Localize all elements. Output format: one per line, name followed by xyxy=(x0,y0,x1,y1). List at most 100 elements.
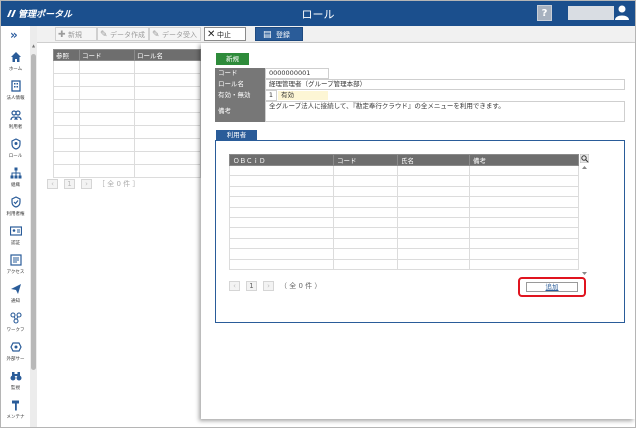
sidebar-item-role[interactable]: ロール xyxy=(1,138,30,168)
table-row[interactable] xyxy=(53,73,201,87)
page-number[interactable]: 1 xyxy=(64,179,75,189)
scroll-up-arrow-icon[interactable]: ▲ xyxy=(30,43,37,48)
sidebar-item-home[interactable]: ホーム xyxy=(1,51,30,81)
active-code-field[interactable]: 1 xyxy=(265,90,277,101)
sidebar-item-company[interactable]: 法人情報 xyxy=(1,80,30,110)
table-row[interactable] xyxy=(53,99,201,113)
page-number[interactable]: 1 xyxy=(246,281,257,291)
sidebar-scrollbar-thumb[interactable] xyxy=(31,54,36,370)
sidebar-item-label: アクセス xyxy=(6,270,25,275)
sidebar-item-access[interactable]: アクセス xyxy=(1,254,30,284)
new-button[interactable]: ✚ 新規 xyxy=(55,27,97,41)
users-table-scrollbar[interactable] xyxy=(580,164,589,277)
sidebar-item-organization[interactable]: 組織 xyxy=(1,167,30,197)
remarks-label: 備考 xyxy=(215,101,265,122)
table-row[interactable] xyxy=(53,86,201,100)
table-row[interactable] xyxy=(229,196,579,208)
column-header-code[interactable]: コード xyxy=(79,49,135,61)
table-row[interactable] xyxy=(53,125,201,139)
column-header-obcid[interactable]: ＯＢＣｉＤ xyxy=(229,154,334,166)
data-import-label: データ受入 xyxy=(162,31,197,39)
code-label: コード xyxy=(215,68,265,79)
role-list-table: 参照 コード ロール名 xyxy=(53,49,201,178)
sidebar-item-monitoring[interactable]: 監視 xyxy=(1,370,30,400)
active-label: 有効・無効 xyxy=(215,90,265,101)
remarks-field[interactable]: 全グループ法人に接続して、『勘定奉行クラウド』の全メニューを利用できます。 xyxy=(265,101,625,122)
hammer-icon xyxy=(11,400,19,411)
add-user-button[interactable]: 追加 xyxy=(526,282,578,292)
table-row[interactable] xyxy=(229,206,579,218)
sidebar-item-notifications[interactable]: 通知 xyxy=(1,283,30,313)
role-detail-panel: 新規 コード 0000000001 ロール名 経理管理者（グループ管理本部） 有… xyxy=(201,43,635,419)
user-avatar-icon[interactable] xyxy=(615,4,629,21)
users-total-count: （ 全 0 件 ） xyxy=(280,282,322,290)
table-row[interactable] xyxy=(229,185,579,198)
sidebar-item-user-permissions[interactable]: 利用者権 xyxy=(1,196,30,226)
table-row[interactable] xyxy=(229,164,579,177)
table-row[interactable] xyxy=(53,151,201,165)
table-row[interactable] xyxy=(53,60,201,74)
data-create-button[interactable]: ✎ データ作成 xyxy=(97,27,149,41)
column-header-remarks[interactable]: 備考 xyxy=(469,154,579,166)
users-panel: ＯＢＣｉＤ コード 氏名 備考 ‹ 1 › （ 全 0 件 ） 追加 xyxy=(215,140,625,323)
shield-check-icon xyxy=(10,196,21,208)
prev-page-icon[interactable]: ‹ xyxy=(47,179,58,189)
role-name-field[interactable]: 経理管理者（グループ管理本部） xyxy=(265,79,625,90)
plus-icon: ✚ xyxy=(58,30,66,40)
sidebar-item-workflow[interactable]: ワークフ xyxy=(1,312,30,342)
register-button[interactable]: ▤ 登録 xyxy=(255,27,303,41)
table-row[interactable] xyxy=(229,258,579,270)
external-service-icon xyxy=(9,342,22,352)
sidebar-item-users[interactable]: 利用者 xyxy=(1,109,30,139)
sidebar-item-maintenance[interactable]: メンテナ xyxy=(1,399,30,427)
table-row[interactable] xyxy=(229,227,579,239)
column-header-code[interactable]: コード xyxy=(333,154,398,166)
paper-plane-icon xyxy=(10,284,21,294)
column-header-name[interactable]: 氏名 xyxy=(397,154,470,166)
sidebar-item-label: 法人情報 xyxy=(6,96,25,101)
close-icon: ✕ xyxy=(207,29,216,40)
cancel-button[interactable]: ✕ 中止 xyxy=(204,27,246,41)
sidebar-item-label: メンテナ xyxy=(6,415,25,420)
sidebar: » ホーム 法人情報 利用者 ロール 組織 利用者権 認証 アクセス 通知 ワー… xyxy=(1,26,31,427)
next-page-icon[interactable]: › xyxy=(263,281,274,291)
table-row[interactable] xyxy=(53,112,201,126)
sidebar-item-label: ワークフ xyxy=(6,328,25,333)
import-document-icon: ✎ xyxy=(152,30,160,40)
collapse-sidebar-button[interactable]: » xyxy=(10,28,18,42)
sidebar-item-external-services[interactable]: 外部サー xyxy=(1,341,30,371)
edit-document-icon: ✎ xyxy=(100,30,108,40)
data-import-button[interactable]: ✎ データ受入 xyxy=(149,27,201,41)
table-header-row: 参照 コード ロール名 xyxy=(53,49,201,61)
next-page-icon[interactable]: › xyxy=(81,179,92,189)
sidebar-item-label: ロール xyxy=(8,154,23,159)
add-button-highlight: 追加 xyxy=(518,277,586,297)
code-field[interactable]: 0000000001 xyxy=(265,68,329,79)
table-row[interactable] xyxy=(229,216,579,229)
register-button-label: 登録 xyxy=(276,31,290,39)
sidebar-item-label: 認証 xyxy=(11,241,20,246)
user-name-box[interactable] xyxy=(568,6,614,20)
toolbar: ✚ 新規 ✎ データ作成 ✎ データ受入 ✕ 中止 ▤ 登録 xyxy=(37,26,635,43)
tab-users[interactable]: 利用者 xyxy=(216,130,257,140)
sidebar-item-label: 利用者権 xyxy=(6,212,25,217)
search-icon[interactable] xyxy=(580,154,589,163)
table-row[interactable] xyxy=(229,237,579,250)
column-header-reference[interactable]: 参照 xyxy=(53,49,80,61)
cancel-button-label: 中止 xyxy=(217,31,231,39)
id-card-icon xyxy=(9,226,22,236)
sidebar-item-authentication[interactable]: 認証 xyxy=(1,225,30,255)
column-header-role-name[interactable]: ロール名 xyxy=(134,49,201,61)
active-status-text: 有効 xyxy=(278,91,328,100)
table-row[interactable] xyxy=(229,248,579,260)
sidebar-item-label: ホーム xyxy=(8,67,23,72)
table-row[interactable] xyxy=(53,164,201,178)
top-header: 管理ポータル ロール ? xyxy=(1,1,635,26)
table-row[interactable] xyxy=(53,138,201,152)
prev-page-icon[interactable]: ‹ xyxy=(229,281,240,291)
help-button[interactable]: ? xyxy=(537,5,552,21)
table-row[interactable] xyxy=(229,175,579,187)
sidebar-item-label: 通知 xyxy=(11,299,20,304)
sidebar-item-label: 外部サー xyxy=(6,357,25,362)
data-create-label: データ作成 xyxy=(110,31,145,39)
